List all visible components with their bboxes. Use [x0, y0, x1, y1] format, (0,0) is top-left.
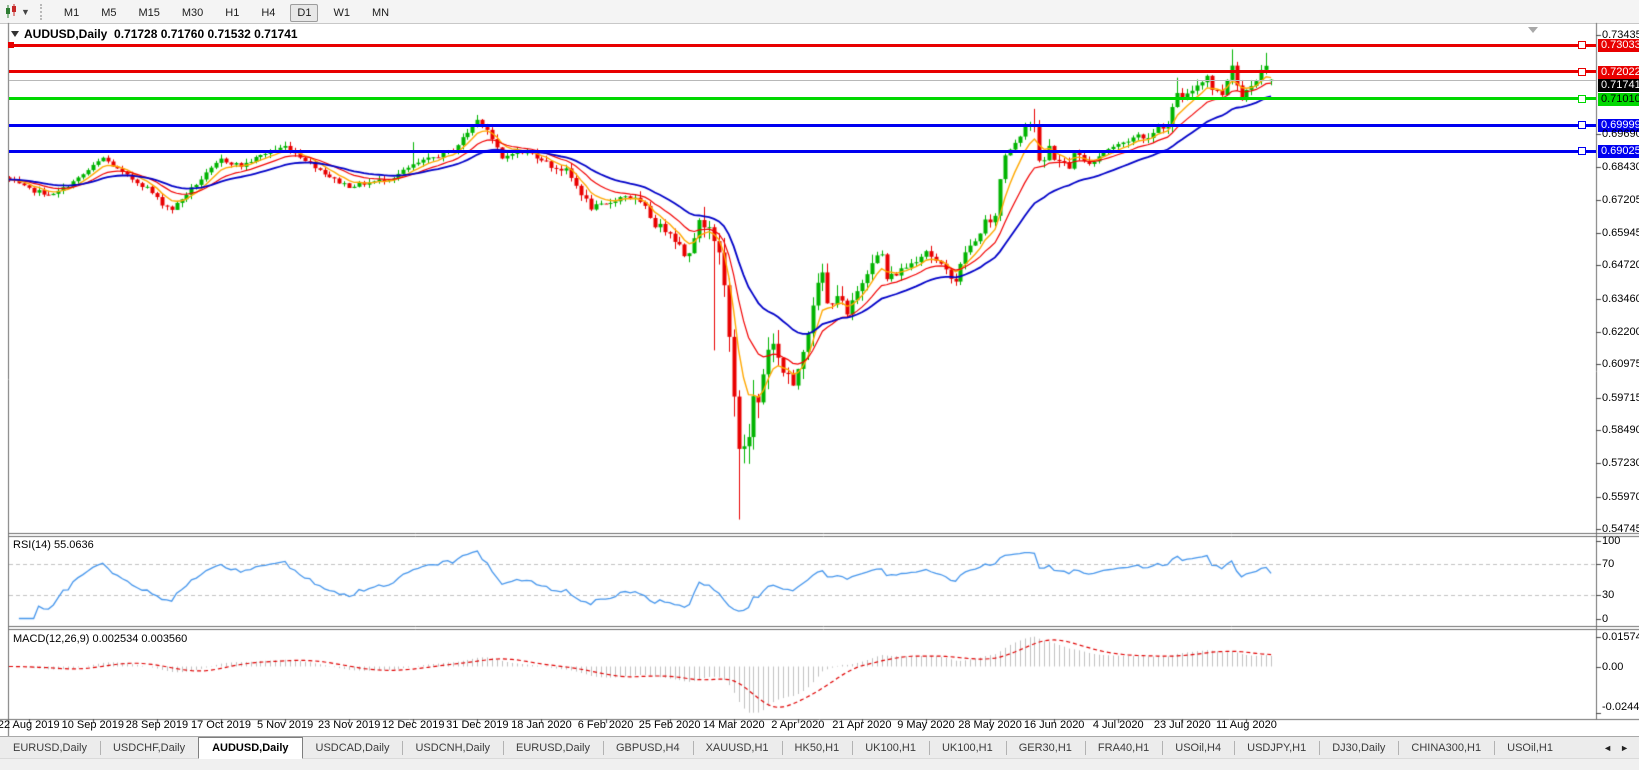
date-tick-label: 16 Jun 2020	[1023, 719, 1085, 731]
price-tick-label: 0.65945	[1602, 226, 1639, 239]
rsi-tick-label: 30	[1602, 589, 1615, 602]
hline-support-0.69025[interactable]	[9, 147, 1596, 156]
chart-tab-uk100-h1[interactable]: UK100,H1	[852, 737, 929, 759]
chart-tab-hk50-h1[interactable]: HK50,H1	[781, 737, 853, 759]
rsi-indicator-label: RSI(14) 55.0636	[13, 539, 94, 551]
chart-title: AUDUSD,Daily 0.71728 0.71760 0.71532 0.7…	[24, 27, 298, 41]
hline-resistance-0.72022[interactable]	[9, 67, 1596, 76]
chart-tab-xauusd-h1[interactable]: XAUUSD,H1	[692, 737, 782, 759]
date-tick-label: 22 Aug 2019	[0, 719, 60, 731]
price-tick-label: 0.59715	[1602, 391, 1639, 404]
price-tick-label: 0.68430	[1602, 161, 1639, 174]
chart-tab-usoil-h4[interactable]: USOil,H4	[1162, 737, 1234, 759]
date-tick-label: 31 Dec 2019	[446, 719, 509, 731]
date-tick-label: 2 Apr 2020	[771, 719, 825, 731]
chart-tab-audusd-daily[interactable]: AUDUSD,Daily	[198, 737, 303, 759]
date-tick-label: 28 May 2020	[958, 719, 1022, 731]
rsi-tick-label: 100	[1602, 535, 1621, 547]
price-tick-label: 0.60975	[1602, 358, 1639, 371]
rsi-tick-label: 70	[1602, 558, 1615, 571]
date-tick-label: 5 Nov 2019	[256, 719, 314, 731]
price-tick-label: 0.64720	[1602, 259, 1639, 272]
tab-scroll-left-icon[interactable]: ◄	[1603, 743, 1612, 753]
current-price-badge: 0.71741	[1598, 78, 1639, 92]
date-tick-label: 25 Feb 2020	[638, 719, 701, 731]
current-price-line	[9, 79, 1596, 81]
date-tick-label: 21 Apr 2020	[832, 719, 892, 731]
price-tick-label: 0.73435	[1602, 29, 1639, 41]
line-handle[interactable]	[1578, 41, 1586, 50]
chart-shift-marker[interactable]	[1528, 27, 1538, 33]
chart-tab-usdjpy-h1[interactable]: USDJPY,H1	[1234, 737, 1319, 759]
line-handle[interactable]	[8, 42, 14, 49]
macd-tick-label: 0.00	[1602, 660, 1624, 673]
chart-tab-usoil-h1[interactable]: USOil,H1	[1494, 737, 1566, 759]
chart-tab-dj30-daily[interactable]: DJ30,Daily	[1319, 737, 1398, 759]
price-tick-label: 0.54745	[1602, 522, 1639, 535]
symbol-dropdown-icon[interactable]	[11, 31, 19, 37]
price-tick-label: 0.63460	[1602, 292, 1639, 305]
date-tick-label: 11 Aug 2020	[1215, 719, 1277, 731]
date-tick-label: 17 Oct 2019	[191, 719, 251, 731]
price-line-badge: 0.73033	[1598, 39, 1639, 53]
mt4-terminal-window: ▼ M1M5M15M30H1H4D1W1MN AUDUSD,Daily 0.71…	[0, 0, 1639, 770]
price-tick-label: 0.55970	[1602, 490, 1639, 503]
date-tick-label: 4 Jul 2020	[1092, 719, 1144, 731]
line-handle[interactable]	[1578, 147, 1586, 156]
price-tick-label: 0.67205	[1602, 193, 1639, 206]
price-tick-label: 0.62200	[1602, 325, 1639, 338]
date-tick-label: 9 May 2020	[897, 719, 955, 731]
chart-tab-uk100-h1[interactable]: UK100,H1	[928, 737, 1006, 759]
price-tick-label: 0.69690	[1602, 127, 1639, 140]
chart-tab-bar: EURUSD,Daily USDCHF,Daily AUDUSD,Daily USDC…	[0, 736, 1639, 759]
date-tick-label: 23 Nov 2019	[317, 719, 381, 731]
macd-indicator-label: MACD(12,26,9) 0.002534 0.003560	[13, 633, 188, 645]
hline-support-0.71010[interactable]	[9, 94, 1596, 103]
chart-tab-usdcad-daily[interactable]: USDCAD,Daily	[303, 737, 403, 759]
chart-tab-usdcnh-daily[interactable]: USDCNH,Daily	[402, 737, 503, 759]
date-tick-label: 18 Jan 2020	[511, 719, 572, 731]
date-tick-label: 12 Dec 2019	[382, 719, 445, 731]
tab-scroll-right-icon[interactable]: ►	[1620, 743, 1629, 753]
date-tick-label: 6 Feb 2020	[577, 719, 634, 731]
date-tick-label: 14 Mar 2020	[702, 719, 765, 731]
chart-tab-eurusd-daily[interactable]: EURUSD,Daily	[503, 737, 603, 759]
date-tick-label: 28 Sep 2019	[125, 719, 189, 731]
price-chart-canvas[interactable]	[0, 0, 1639, 770]
rsi-tick-label: 0	[1602, 612, 1609, 625]
line-handle[interactable]	[1578, 67, 1586, 76]
chart-tab-china300-h1[interactable]: CHINA300,H1	[1398, 737, 1494, 759]
line-handle[interactable]	[1578, 94, 1586, 103]
chart-tab-eurusd-daily[interactable]: EURUSD,Daily	[0, 737, 100, 759]
macd-tick-label: -0.024412	[1602, 701, 1639, 713]
macd-tick-label: 0.015741	[1602, 630, 1639, 643]
hline-resistance-0.73033[interactable]	[8, 41, 1596, 50]
price-tick-label: 0.57230	[1602, 457, 1639, 470]
price-line-badge: 0.72022	[1598, 65, 1639, 79]
chart-tab-ger30-h1[interactable]: GER30,H1	[1005, 737, 1085, 759]
chart-tab-gbpusd-h4[interactable]: GBPUSD,H4	[603, 737, 693, 759]
date-tick-label: 10 Sep 2019	[61, 719, 124, 731]
status-bar	[0, 758, 1639, 770]
chart-tab-usdchf-daily[interactable]: USDCHF,Daily	[99, 737, 198, 759]
hline-support-0.69999[interactable]	[9, 121, 1596, 130]
price-line-badge: 0.71010	[1598, 92, 1639, 106]
price-line-badge: 0.69025	[1598, 145, 1639, 159]
chart-tab-fra40-h1[interactable]: FRA40,H1	[1084, 737, 1162, 759]
date-tick-label: 23 Jul 2020	[1153, 719, 1211, 731]
line-handle[interactable]	[1578, 121, 1586, 130]
price-tick-label: 0.58490	[1602, 423, 1639, 436]
